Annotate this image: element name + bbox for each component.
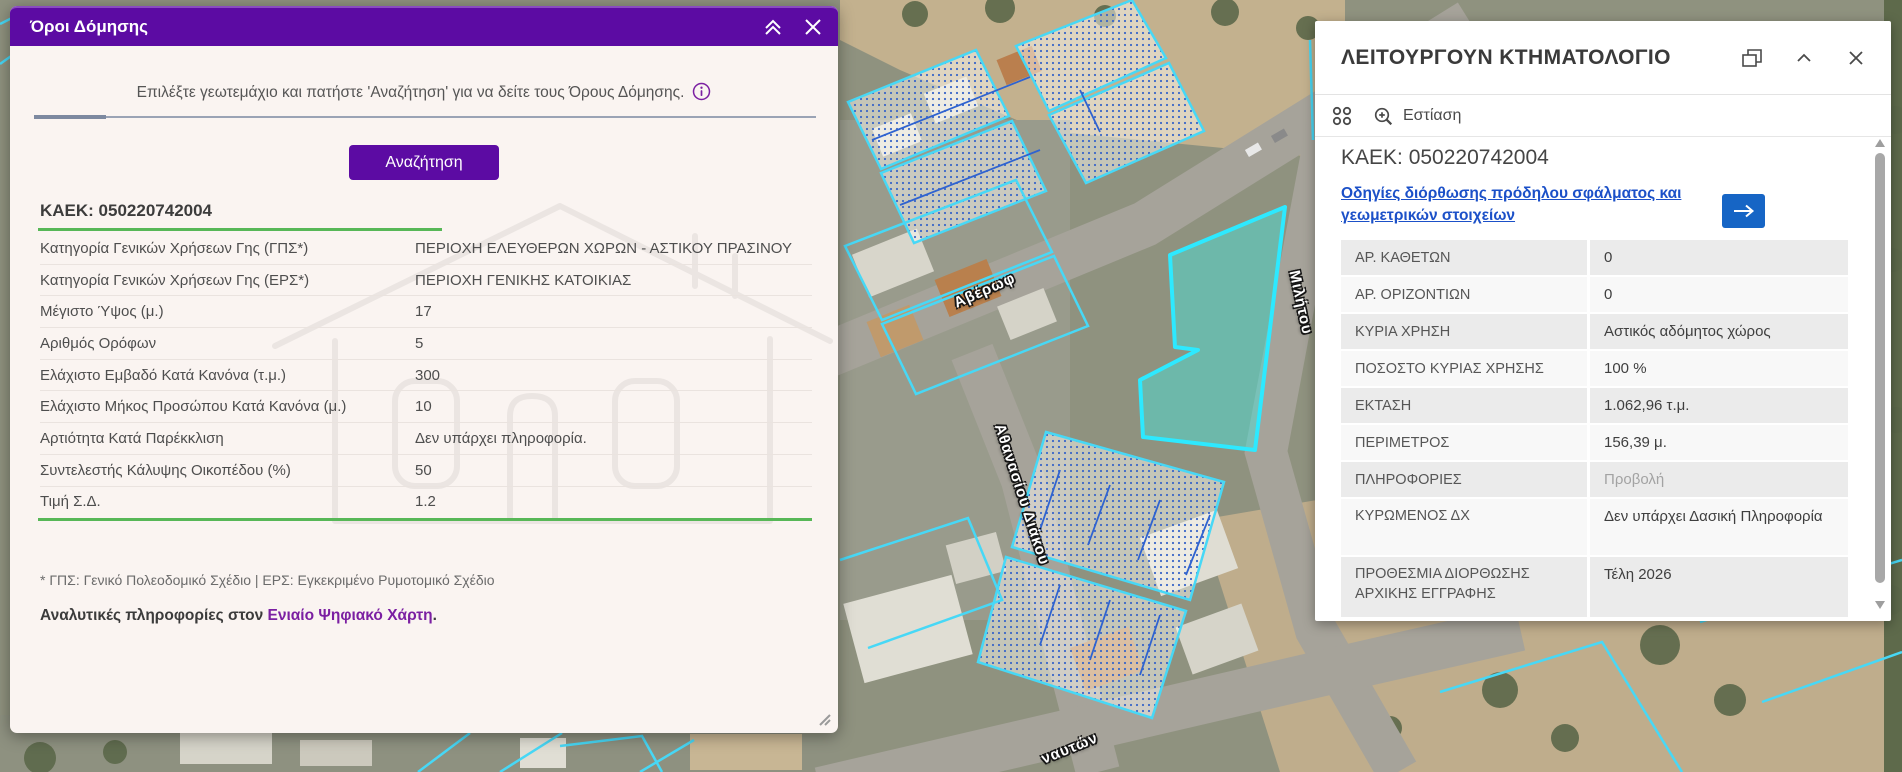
table-row: Αρτιότητα Κατά Παρέκκλιση Δεν υπάρχει πλ… [40, 423, 812, 455]
row-label: Ελάχιστο Εμβαδό Κατά Κανόνα (τ.μ.) [40, 367, 415, 384]
row-label: ΑΡ. ΚΑΘΕΤΩΝ [1341, 240, 1587, 277]
kaek-heading: ΚΑΕΚ: 050220742004 [40, 201, 212, 221]
cadastre-header: ΛΕΙΤΟΥΡΓΟΥΝ ΚΤΗΜΑΤΟΛΟΓΙΟ [1315, 21, 1891, 95]
green-rule [38, 518, 812, 521]
row-label: ΠΕΡΙΜΕΤΡΟΣ [1341, 425, 1587, 462]
table-row: ΠΟΣΟΣΤΟ ΚΥΡΙΑΣ ΧΡΗΣΗΣ 100 % [1341, 351, 1848, 388]
row-value: 0 [1590, 277, 1848, 314]
row-value: 156,39 μ. [1590, 425, 1848, 462]
table-row: ΚΥΡΩΜΕΝΟΣ ΔΧ Δεν υπάρχει Δασική Πληροφορ… [1341, 499, 1848, 557]
digital-map-link[interactable]: Ενιαίο Ψηφιακό Χάρτη [268, 607, 433, 624]
row-value: 50 [415, 462, 812, 479]
row-value: Δεν υπάρχει Δασική Πληροφορία [1590, 499, 1848, 557]
arrow-right-icon [1733, 204, 1755, 218]
row-value: Αστικός αδόμητος χώρος [1590, 314, 1848, 351]
table-row: Μέγιστο Ύψος (μ.) 17 [40, 296, 812, 328]
correction-instructions-link[interactable]: Οδηγίες διόρθωσης πρόδηλου σφάλματος και… [1341, 183, 1713, 228]
row-label: Μέγιστο Ύψος (μ.) [40, 303, 415, 320]
panel-title: ΛΕΙΤΟΥΡΓΟΥΝ ΚΤΗΜΑΤΟΛΟΓΙΟ [1341, 46, 1739, 70]
row-value: 100 % [1590, 351, 1848, 388]
collapse-icon[interactable] [760, 14, 786, 40]
row-value: ΠΕΡΙΟΧΗ ΓΕΝΙΚΗΣ ΚΑΤΟΙΚΙΑΣ [415, 272, 812, 289]
panel-title: Όροι Δόμησης [30, 17, 760, 37]
go-arrow-button[interactable] [1722, 194, 1765, 228]
row-label: Κατηγορία Γενικών Χρήσεων Γης (ΓΠΣ*) [40, 240, 415, 257]
row-value: 5 [415, 335, 812, 352]
cadastre-toolbar: Εστίαση [1315, 96, 1891, 137]
more-info-prefix: Αναλυτικές πληροφορίες στον [40, 607, 268, 624]
footnote: * ΓΠΣ: Γενικό Πολεοδομικό Σχέδιο | ΕΡΣ: … [40, 572, 495, 588]
row-label: Ελάχιστο Μήκος Προσώπου Κατά Κανόνα (μ.) [40, 398, 415, 415]
row-value: 1.062,96 τ.μ. [1590, 388, 1848, 425]
table-row: Αριθμός Ορόφων 5 [40, 328, 812, 360]
table-row: ΑΡ. ΟΡΙΖΟΝΤΙΩΝ 0 [1341, 277, 1848, 314]
table-row: Ελάχιστο Εμβαδό Κατά Κανόνα (τ.μ.) 300 [40, 360, 812, 392]
scroll-down-arrow[interactable] [1875, 601, 1885, 609]
info-icon[interactable] [692, 82, 711, 106]
zoom-tool-label: Εστίαση [1403, 107, 1461, 125]
building-terms-panel: Όροι Δόμησης Επιλέξτε γεωτεμάχιο και πατ… [10, 6, 838, 733]
kaek-heading: ΚΑΕΚ: 050220742004 [1341, 146, 1549, 170]
more-info-text: Αναλυτικές πληροφορίες στον Ενιαίο Ψηφια… [40, 607, 437, 625]
row-value: 300 [415, 367, 812, 384]
row-label: Αρτιότητα Κατά Παρέκκλιση [40, 430, 415, 447]
instruction-text: Επιλέξτε γεωτεμάχιο και πατήστε 'Αναζήτη… [50, 82, 798, 106]
row-value: 1.2 [415, 493, 812, 510]
zoom-to-feature-button[interactable]: Εστίαση [1373, 106, 1461, 127]
table-row: Τιμή Σ.Δ. 1.2 [40, 487, 812, 518]
resize-grip[interactable] [815, 710, 833, 728]
building-terms-header: Όροι Δόμησης [10, 6, 838, 46]
view-details-link[interactable]: Προβολή [1590, 462, 1848, 499]
row-label: ΚΥΡΩΜΕΝΟΣ ΔΧ [1341, 499, 1587, 557]
divider [34, 116, 816, 118]
instruction-label: Επιλέξτε γεωτεμάχιο και πατήστε 'Αναζήτη… [137, 84, 685, 101]
cadastre-panel: ΛΕΙΤΟΥΡΓΟΥΝ ΚΤΗΜΑΤΟΛΟΓΙΟ [1315, 21, 1891, 621]
row-label: ΠΡΟΘΕΣΜΙΑ ΔΙΟΡΘΩΣΗΣ ΑΡΧΙΚΗΣ ΕΓΓΡΑΦΗΣ [1341, 557, 1587, 619]
row-label: ΑΡ. ΟΡΙΖΟΝΤΙΩΝ [1341, 277, 1587, 314]
row-value: 17 [415, 303, 812, 320]
row-label: ΠΛΗΡΟΦΟΡΙΕΣ [1341, 462, 1587, 499]
row-value: 10 [415, 398, 812, 415]
print-icon[interactable] [1739, 45, 1765, 71]
search-button[interactable]: Αναζήτηση [349, 145, 499, 180]
close-icon[interactable] [1843, 45, 1869, 71]
table-row: ΕΚΤΑΣΗ 1.062,96 τ.μ. [1341, 388, 1848, 425]
table-row: Κατηγορία Γενικών Χρήσεων Γης (ΕΡΣ*) ΠΕΡ… [40, 265, 812, 297]
row-value: ΠΕΡΙΟΧΗ ΕΛΕΥΘΕΡΩΝ ΧΩΡΩΝ - ΑΣΤΙΚΟΥ ΠΡΑΣΙΝ… [415, 240, 812, 257]
row-label: Κατηγορία Γενικών Χρήσεων Γης (ΕΡΣ*) [40, 272, 415, 289]
chevron-up-icon[interactable] [1791, 45, 1817, 71]
row-label: Τιμή Σ.Δ. [40, 493, 415, 510]
table-row: Ελάχιστο Μήκος Προσώπου Κατά Κανόνα (μ.)… [40, 391, 812, 423]
app-window: Αβέρωφ Αθανασίου Διάκου Μιλήτου ναυτών Ό… [0, 0, 1902, 772]
table-row: Συντελεστής Κάλυψης Οικοπέδου (%) 50 [40, 455, 812, 487]
scroll-up-arrow[interactable] [1875, 139, 1885, 147]
panel-scrollbar [1874, 137, 1886, 611]
row-value: Τέλη 2026 [1590, 557, 1848, 619]
table-row: ΠΛΗΡΟΦΟΡΙΕΣ Προβολή [1341, 462, 1848, 499]
scrollbar-thumb[interactable] [1875, 153, 1885, 583]
green-rule [38, 228, 442, 231]
table-row: ΠΕΡΙΜΕΤΡΟΣ 156,39 μ. [1341, 425, 1848, 462]
row-label: ΚΥΡΙΑ ΧΡΗΣΗ [1341, 314, 1587, 351]
apps-grid-icon[interactable] [1329, 103, 1355, 129]
building-terms-table: Κατηγορία Γενικών Χρήσεων Γης (ΓΠΣ*) ΠΕΡ… [40, 233, 812, 517]
row-label: ΠΟΣΟΣΤΟ ΚΥΡΙΑΣ ΧΡΗΣΗΣ [1341, 351, 1587, 388]
row-label: Συντελεστής Κάλυψης Οικοπέδου (%) [40, 462, 415, 479]
table-row: Κατηγορία Γενικών Χρήσεων Γης (ΓΠΣ*) ΠΕΡ… [40, 233, 812, 265]
zoom-in-icon [1373, 106, 1394, 127]
close-icon[interactable] [800, 14, 826, 40]
table-row: ΚΥΡΙΑ ΧΡΗΣΗ Αστικός αδόμητος χώρος [1341, 314, 1848, 351]
table-row: ΑΡ. ΚΑΘΕΤΩΝ 0 [1341, 240, 1848, 277]
row-value: Δεν υπάρχει πληροφορία. [415, 430, 812, 447]
row-label: Αριθμός Ορόφων [40, 335, 415, 352]
row-value: 0 [1590, 240, 1848, 277]
row-label: ΕΚΤΑΣΗ [1341, 388, 1587, 425]
more-info-suffix: . [433, 607, 437, 624]
table-row: ΠΡΟΘΕΣΜΙΑ ΔΙΟΡΘΩΣΗΣ ΑΡΧΙΚΗΣ ΕΓΓΡΑΦΗΣ Τέλ… [1341, 557, 1848, 619]
parcel-attributes-table: ΑΡ. ΚΑΘΕΤΩΝ 0 ΑΡ. ΟΡΙΖΟΝΤΙΩΝ 0 ΚΥΡΙΑ ΧΡΗ… [1341, 240, 1848, 619]
